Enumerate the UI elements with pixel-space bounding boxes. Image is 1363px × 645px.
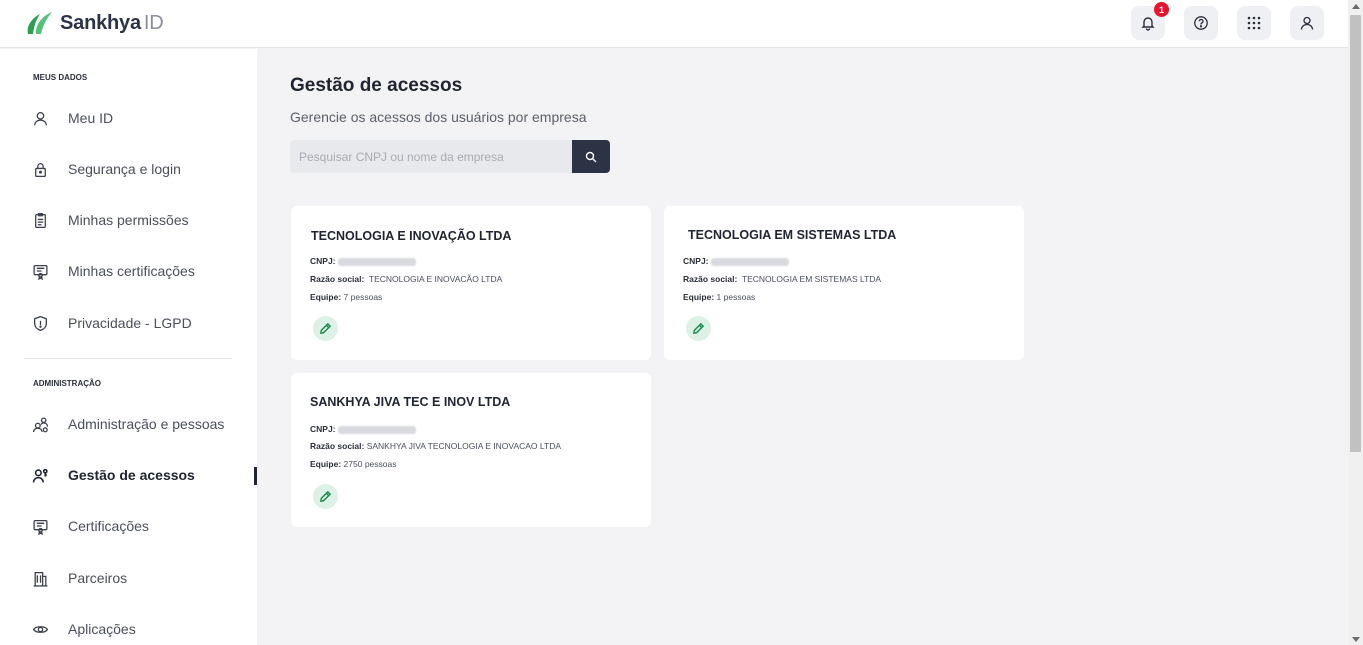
- sidebar-item-label: Parceiros: [68, 570, 128, 586]
- active-indicator: [254, 467, 257, 485]
- sankhya-logo-icon: [27, 12, 52, 34]
- cnpj-redacted: [710, 257, 789, 266]
- user-access-icon: [32, 468, 48, 482]
- sidebar-item-privacidade[interactable]: Privacidade - LGPD: [24, 307, 234, 339]
- people-icon: [32, 416, 48, 432]
- page-scrollbar[interactable]: [1348, 0, 1363, 645]
- sidebar-divider: [24, 358, 232, 359]
- section-label-administracao: ADMINISTRAÇÃO: [33, 379, 101, 388]
- razao-social-row: Razão social: SANKHYA JIVA TECNOLOGIA E …: [310, 441, 561, 451]
- equipe-value: 7 pessoas: [343, 292, 383, 302]
- equipe-row: Equipe: 1 pessoas: [683, 292, 756, 302]
- search-input[interactable]: [290, 140, 572, 173]
- sidebar-item-label: Minhas permissões: [68, 212, 189, 228]
- scroll-up-arrow-icon[interactable]: [1352, 4, 1360, 9]
- apps-button[interactable]: [1237, 6, 1271, 40]
- sidebar-item-meu-id[interactable]: Meu ID: [24, 102, 234, 134]
- search-icon: [585, 151, 597, 162]
- search-button[interactable]: [572, 140, 610, 173]
- edit-company-button[interactable]: [313, 484, 338, 509]
- equipe-value: 1 pessoas: [716, 292, 756, 302]
- sidebar: MEUS DADOS Meu ID Segurança e login Minh…: [0, 49, 257, 645]
- razao-social-row: Razão social: TECNOLOGIA EM SISTEMAS LTD…: [683, 274, 882, 284]
- sidebar-item-permissoes[interactable]: Minhas permissões: [24, 204, 234, 236]
- page-title: Gestão de acessos: [290, 75, 463, 96]
- equipe-row: Equipe: 7 pessoas: [310, 292, 383, 302]
- razao-social-value: TECNOLOGIA EM SISTEMAS LTDA: [741, 274, 882, 284]
- cnpj-row: CNPJ:: [310, 424, 416, 434]
- sidebar-item-label: Meu ID: [68, 110, 114, 126]
- razao-social-row: Razão social: TECNOLOGIA E INOVACÃO LTDA: [310, 274, 503, 284]
- sidebar-item-gestao-acessos[interactable]: Gestão de acessos: [24, 459, 234, 491]
- edit-company-button[interactable]: [686, 316, 711, 341]
- building-icon: [33, 571, 47, 587]
- sidebar-item-label: Administração e pessoas: [68, 416, 225, 432]
- pencil-icon: [320, 490, 332, 502]
- brand-name: Sankhya ID: [60, 11, 164, 34]
- certificate-icon: [32, 519, 48, 535]
- company-name: SANKHYA JIVA TEC E INOV LTDA: [310, 395, 511, 409]
- sidebar-item-label: Certificações: [68, 518, 149, 534]
- notification-count-badge: 1: [1154, 2, 1169, 17]
- user-icon: [1300, 16, 1314, 30]
- sidebar-item-parceiros[interactable]: Parceiros: [24, 562, 234, 594]
- company-name: TECNOLOGIA E INOVAÇÃO LTDA: [311, 229, 512, 243]
- company-search: [290, 140, 610, 173]
- sidebar-item-aplicacoes[interactable]: Aplicações: [24, 613, 234, 645]
- bell-icon: [1141, 17, 1155, 31]
- eye-icon: [32, 625, 48, 633]
- help-button[interactable]: [1184, 6, 1218, 40]
- sidebar-item-minhas-certificacoes[interactable]: Minhas certificações: [24, 255, 234, 287]
- razao-social-value: SANKHYA JIVA TECNOLOGIA E INOVACAO LTDA: [366, 441, 561, 451]
- brand-logo[interactable]: Sankhya ID: [24, 10, 164, 36]
- sidebar-item-label: Aplicações: [68, 621, 136, 637]
- pencil-icon: [320, 322, 332, 334]
- sidebar-item-seguranca[interactable]: Segurança e login: [24, 153, 234, 185]
- clipboard-icon: [34, 212, 46, 228]
- cnpj-row: CNPJ:: [310, 256, 416, 266]
- sidebar-item-label: Privacidade - LGPD: [68, 315, 192, 331]
- top-header: Sankhya ID 1: [0, 0, 1348, 48]
- sidebar-item-certificacoes[interactable]: Certificações: [24, 510, 234, 542]
- sidebar-item-label: Segurança e login: [68, 161, 181, 177]
- cnpj-redacted: [337, 257, 416, 266]
- cnpj-redacted: [337, 425, 416, 434]
- edit-company-button[interactable]: [313, 316, 338, 341]
- lock-icon: [34, 162, 46, 177]
- grid-icon: [1247, 16, 1261, 30]
- scroll-thumb[interactable]: [1350, 15, 1361, 452]
- help-circle-icon: [1194, 16, 1208, 30]
- cnpj-row: CNPJ:: [683, 256, 789, 266]
- certificate-icon: [32, 264, 48, 280]
- sidebar-item-label: Gestão de acessos: [68, 467, 195, 483]
- equipe-row: Equipe: 2750 pessoas: [310, 459, 397, 469]
- scroll-down-arrow-icon[interactable]: [1352, 637, 1360, 642]
- page-subtitle: Gerencie os acessos dos usuários por emp…: [290, 109, 587, 125]
- company-card: TECNOLOGIA E INOVAÇÃO LTDA CNPJ: Razão s…: [291, 206, 651, 360]
- sidebar-item-label: Minhas certificações: [68, 263, 195, 279]
- notifications-button[interactable]: 1: [1131, 2, 1169, 40]
- section-label-meus-dados: MEUS DADOS: [33, 73, 88, 82]
- company-card: SANKHYA JIVA TEC E INOV LTDA CNPJ: Razão…: [291, 373, 651, 527]
- user-menu-button[interactable]: [1290, 6, 1324, 40]
- user-icon: [33, 111, 47, 125]
- razao-social-value: TECNOLOGIA E INOVACÃO LTDA: [368, 274, 503, 284]
- equipe-value: 2750 pessoas: [343, 459, 397, 469]
- company-card: TECNOLOGIA EM SISTEMAS LTDA CNPJ: Razão …: [664, 206, 1024, 360]
- shield-icon: [33, 315, 47, 331]
- company-name: TECNOLOGIA EM SISTEMAS LTDA: [688, 228, 897, 242]
- pencil-icon: [693, 322, 705, 334]
- sidebar-item-administracao-pessoas[interactable]: Administração e pessoas: [24, 408, 234, 440]
